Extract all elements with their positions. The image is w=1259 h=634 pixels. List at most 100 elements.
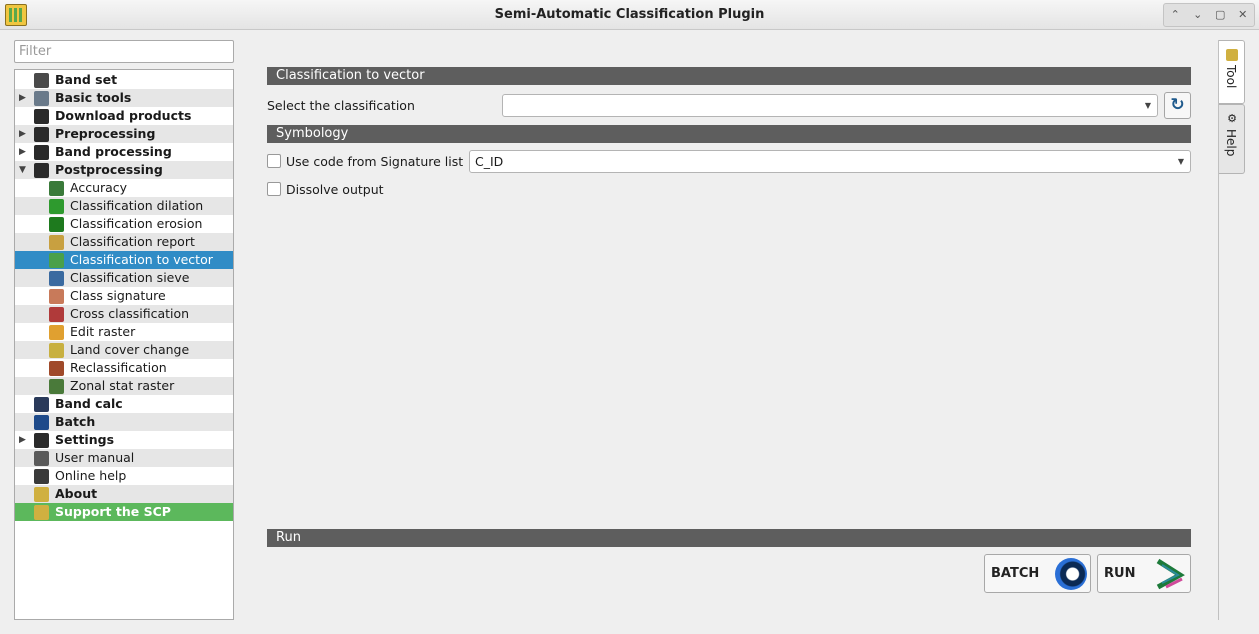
tree-item-settings[interactable]: ▶ Settings bbox=[15, 431, 233, 449]
tree-item-reclassification[interactable]: Reclassification bbox=[15, 359, 233, 377]
dilation-icon bbox=[49, 199, 64, 214]
tree-item-classification-sieve[interactable]: Classification sieve bbox=[15, 269, 233, 287]
tree-item-label: Postprocessing bbox=[55, 162, 163, 177]
code-combobox[interactable]: C_ID ▼ bbox=[469, 150, 1191, 173]
tree-item-label: Zonal stat raster bbox=[70, 378, 175, 393]
tree-item-class-signature[interactable]: Class signature bbox=[15, 287, 233, 305]
tree-item-preprocessing[interactable]: ▶ Preprocessing bbox=[15, 125, 233, 143]
tree-item-classification-erosion[interactable]: Classification erosion bbox=[15, 215, 233, 233]
tree-item-classification-dilation[interactable]: Classification dilation bbox=[15, 197, 233, 215]
tree-item-label: Classification erosion bbox=[70, 216, 203, 231]
tree-item-band-processing[interactable]: ▶ Band processing bbox=[15, 143, 233, 161]
section-header-symbology: Symbology bbox=[267, 125, 1191, 143]
tree-item-classification-report[interactable]: Classification report bbox=[15, 233, 233, 251]
tree-item-label: Classification to vector bbox=[70, 252, 213, 267]
basic-tools-icon bbox=[34, 91, 49, 106]
batch-icon bbox=[1055, 558, 1087, 590]
preprocessing-icon bbox=[34, 127, 49, 142]
maximize-icon[interactable]: ▢ bbox=[1211, 6, 1229, 24]
tree-item-accuracy[interactable]: Accuracy bbox=[15, 179, 233, 197]
download-icon bbox=[34, 109, 49, 124]
erosion-icon bbox=[49, 217, 64, 232]
chevron-down-icon: ▼ bbox=[1144, 101, 1151, 110]
tree-item-label: Reclassification bbox=[70, 360, 167, 375]
tree-item-cross-classification[interactable]: Cross classification bbox=[15, 305, 233, 323]
tree-item-label: Edit raster bbox=[70, 324, 136, 339]
cross-icon bbox=[49, 307, 64, 322]
dissolve-label: Dissolve output bbox=[286, 182, 384, 197]
band-processing-icon bbox=[34, 145, 49, 160]
expand-arrow-right-icon[interactable]: ▶ bbox=[19, 431, 29, 449]
batch-button-label: BATCH bbox=[991, 566, 1040, 581]
refresh-button[interactable]: ↻ bbox=[1164, 92, 1191, 119]
tree-item-label: Download products bbox=[55, 108, 192, 123]
sieve-icon bbox=[49, 271, 64, 286]
tree-item-land-cover-change[interactable]: Land cover change bbox=[15, 341, 233, 359]
tree-item-batch[interactable]: Batch bbox=[15, 413, 233, 431]
use-code-checkbox[interactable] bbox=[267, 154, 281, 168]
tree-item-online-help[interactable]: Online help bbox=[15, 467, 233, 485]
help-tab-icon: ⚙ bbox=[1227, 112, 1237, 125]
filter-input[interactable]: Filter bbox=[14, 40, 234, 63]
minimize-icon[interactable]: ⌄ bbox=[1189, 6, 1207, 24]
tree-item-label: Cross classification bbox=[70, 306, 190, 321]
postprocessing-icon bbox=[34, 163, 49, 178]
accuracy-icon bbox=[49, 181, 64, 196]
report-icon bbox=[49, 235, 64, 250]
window-controls: ⌃ ⌄ ▢ ✕ bbox=[1163, 3, 1255, 27]
expand-arrow-right-icon[interactable]: ▶ bbox=[19, 125, 29, 143]
tree-item-band-set[interactable]: Band set bbox=[15, 71, 233, 89]
dissolve-checkbox[interactable] bbox=[267, 182, 281, 196]
tree-item-classification-to-vector[interactable]: Classification to vector bbox=[15, 251, 233, 269]
shade-up-icon[interactable]: ⌃ bbox=[1166, 6, 1184, 24]
tree-item-zonal-stat-raster[interactable]: Zonal stat raster bbox=[15, 377, 233, 395]
zonal-icon bbox=[49, 379, 64, 394]
tree-item-label: Batch bbox=[55, 414, 96, 429]
tree-item-label: Band set bbox=[55, 72, 118, 87]
chevron-down-icon: ▼ bbox=[1177, 157, 1184, 166]
batch-icon bbox=[34, 415, 49, 430]
tool-tree[interactable]: Band set ▶ Basic tools Download products ▶ Pr… bbox=[14, 69, 234, 620]
tool-icon bbox=[1226, 49, 1238, 61]
expand-arrow-right-icon[interactable]: ▶ bbox=[19, 89, 29, 107]
band-calc-icon bbox=[34, 397, 49, 412]
tree-item-support-the-scp[interactable]: Support the SCP bbox=[15, 503, 233, 521]
band-set-icon bbox=[34, 73, 49, 88]
signature-icon bbox=[49, 289, 64, 304]
tree-item-label: Accuracy bbox=[70, 180, 128, 195]
support-icon bbox=[34, 505, 49, 520]
tree-item-label: Class signature bbox=[70, 288, 166, 303]
expand-arrow-down-icon[interactable]: ▼ bbox=[19, 161, 29, 179]
tree-item-user-manual[interactable]: User manual bbox=[15, 449, 233, 467]
tree-item-label: Classification sieve bbox=[70, 270, 190, 285]
run-arrow-icon bbox=[1156, 558, 1185, 590]
use-code-label: Use code from Signature list bbox=[286, 154, 464, 169]
tree-item-label: Land cover change bbox=[70, 342, 190, 357]
tree-item-label: Classification report bbox=[70, 234, 195, 249]
expand-arrow-right-icon[interactable]: ▶ bbox=[19, 143, 29, 161]
tab-tool[interactable]: Tool bbox=[1219, 40, 1245, 104]
tree-item-download-products[interactable]: Download products bbox=[15, 107, 233, 125]
tab-tool-label: Tool bbox=[1224, 65, 1238, 89]
tab-help-label: Help bbox=[1224, 129, 1238, 157]
tree-item-basic-tools[interactable]: ▶ Basic tools bbox=[15, 89, 233, 107]
land-cover-icon bbox=[49, 343, 64, 358]
tree-item-edit-raster[interactable]: Edit raster bbox=[15, 323, 233, 341]
manual-icon bbox=[34, 451, 49, 466]
section-header-classification-to-vector: Classification to vector bbox=[267, 67, 1191, 85]
close-icon[interactable]: ✕ bbox=[1234, 6, 1252, 24]
select-classification-label: Select the classification bbox=[267, 98, 415, 113]
run-button[interactable]: RUN bbox=[1097, 554, 1191, 593]
tree-item-band-calc[interactable]: Band calc bbox=[15, 395, 233, 413]
tree-item-label: Support the SCP bbox=[55, 504, 171, 519]
tree-item-label: Online help bbox=[55, 468, 127, 483]
tree-item-postprocessing[interactable]: ▼ Postprocessing bbox=[15, 161, 233, 179]
tree-item-label: Settings bbox=[55, 432, 115, 447]
tab-help[interactable]: ⚙ Help bbox=[1219, 104, 1245, 174]
classification-combobox[interactable]: ▼ bbox=[502, 94, 1158, 117]
tree-item-label: Basic tools bbox=[55, 90, 132, 105]
tree-item-about[interactable]: About bbox=[15, 485, 233, 503]
about-icon bbox=[34, 487, 49, 502]
batch-button[interactable]: BATCH bbox=[984, 554, 1091, 593]
tree-item-label: Preprocessing bbox=[55, 126, 156, 141]
